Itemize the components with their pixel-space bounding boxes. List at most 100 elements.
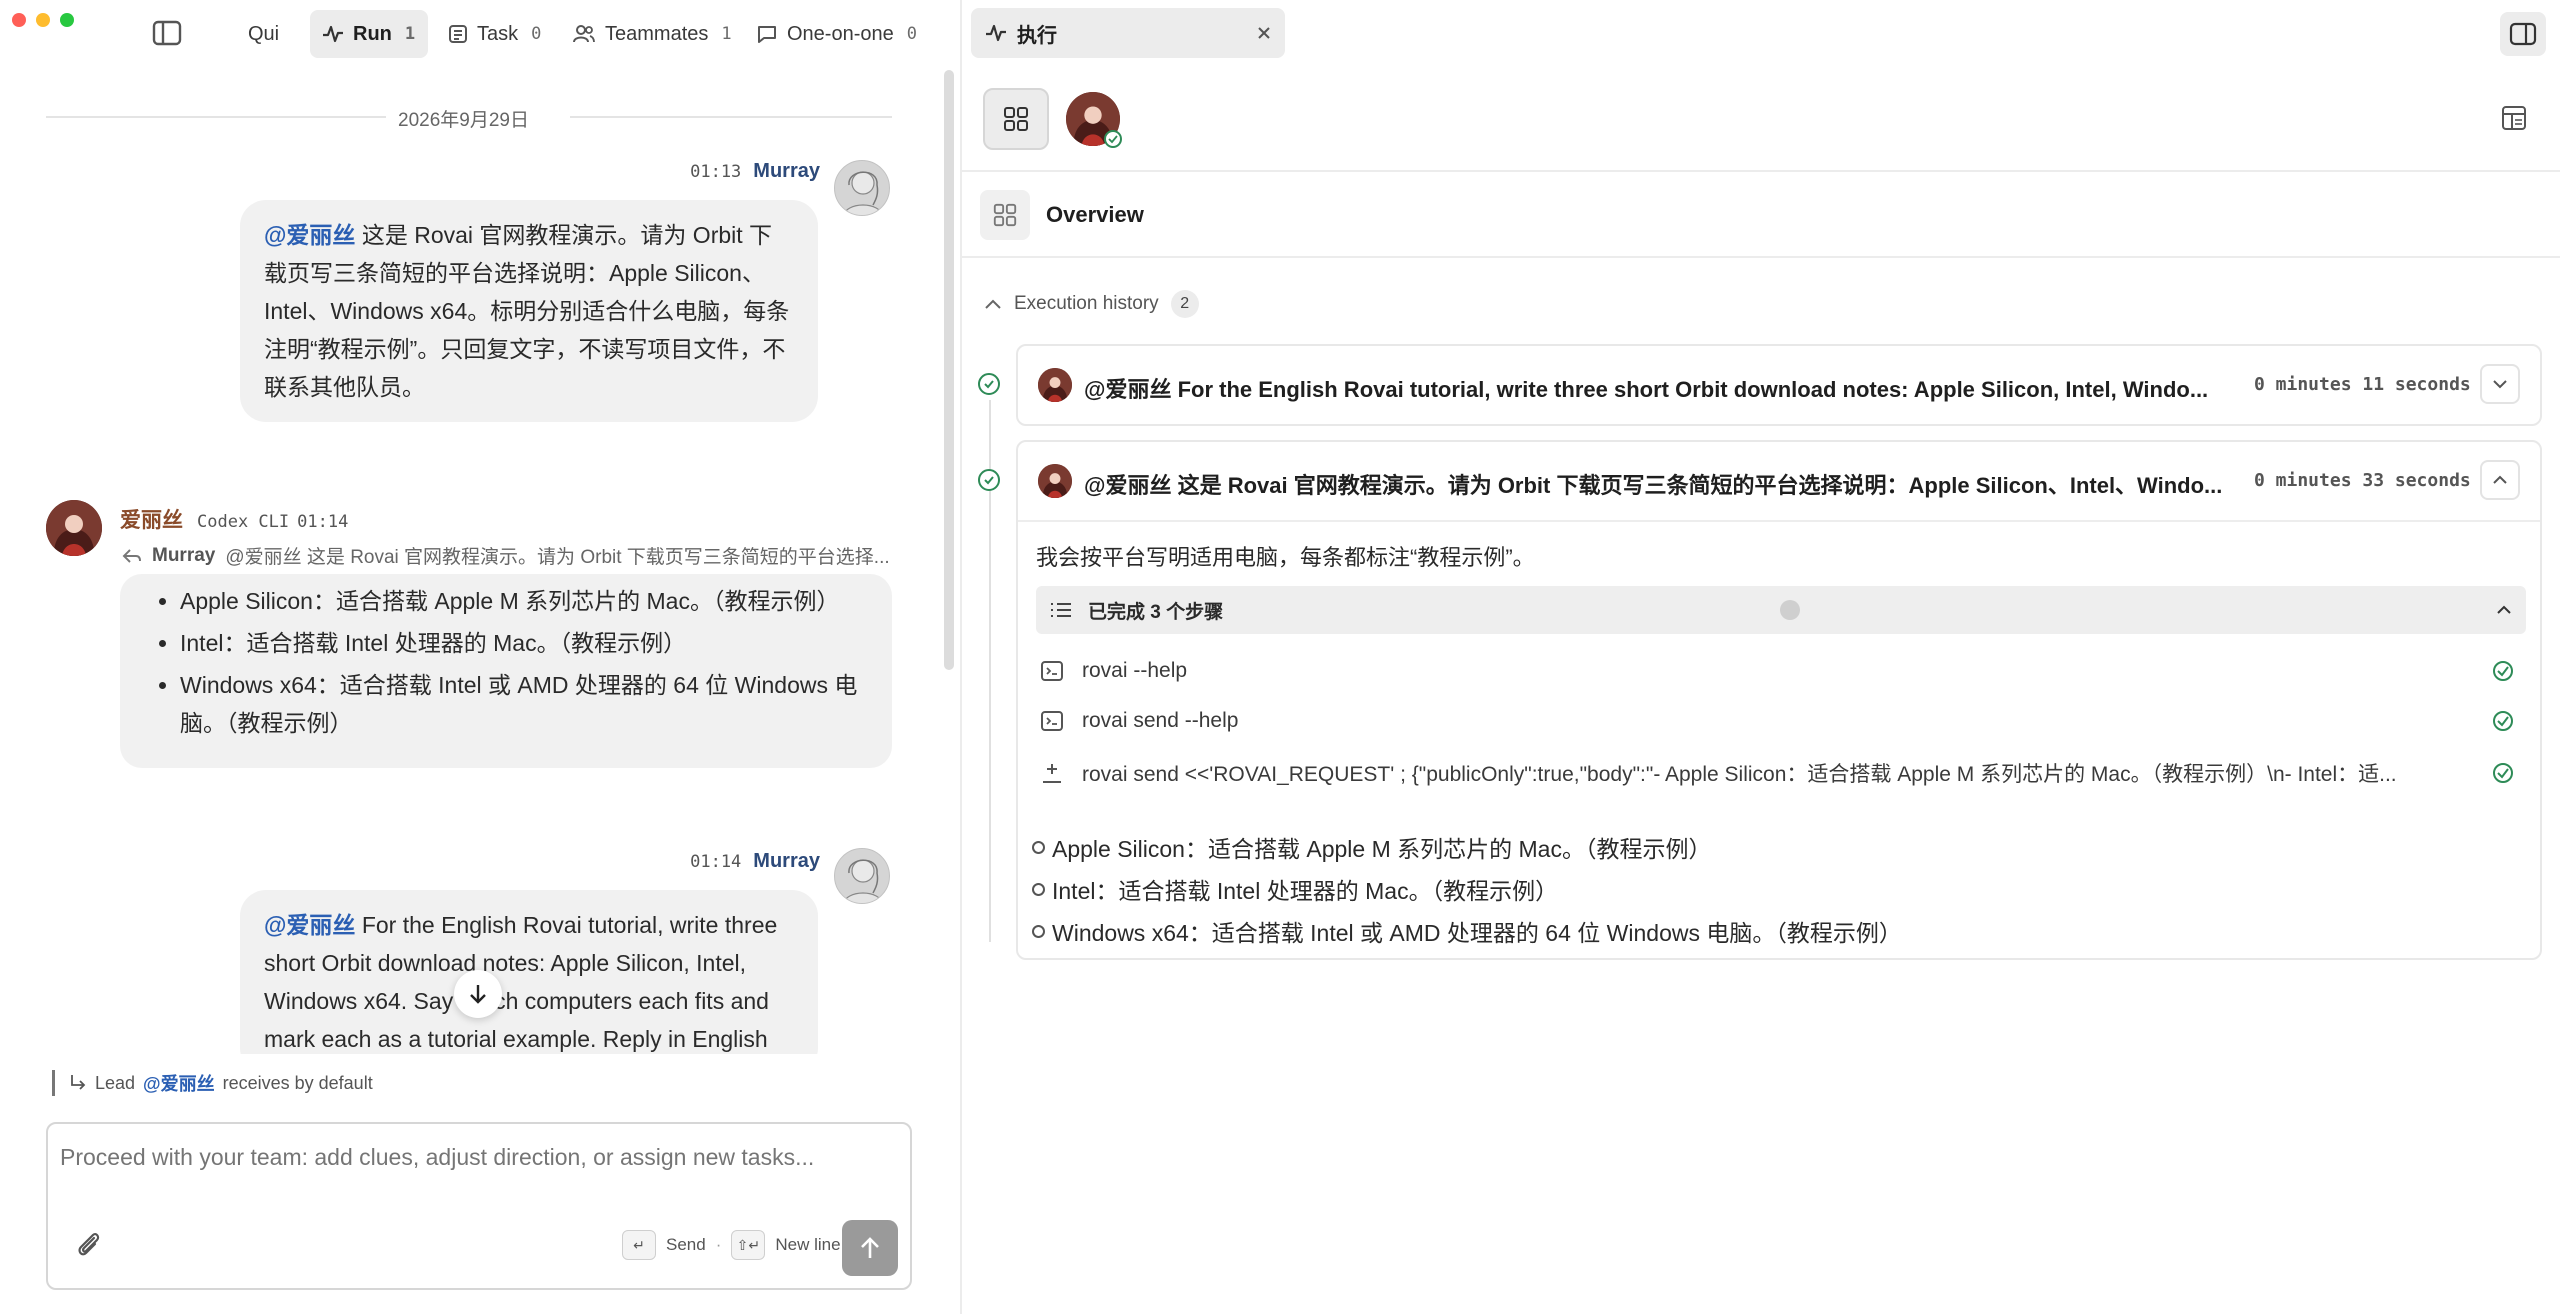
tab-task-label: Task <box>477 22 519 45</box>
terminal-icon <box>1041 711 1063 731</box>
chevron-up-icon <box>985 299 1001 309</box>
composer: ↵ Send · ⇧↵ New line <box>46 1122 912 1290</box>
grid-view-button[interactable] <box>983 88 1049 150</box>
reply-bullet: Windows x64：适合搭载 Intel 或 AMD 处理器的 64 位 W… <box>180 666 868 742</box>
right-pane-tab[interactable]: 执行 <box>971 8 1285 58</box>
online-status-icon <box>1104 130 1122 148</box>
sparkle-icon <box>1043 764 1061 783</box>
avatar-alice[interactable] <box>46 500 102 556</box>
grid-icon <box>1004 107 1028 131</box>
tab-one-on-one[interactable]: One-on-one 0 <box>744 10 929 58</box>
recipient-mention[interactable]: @爱丽丝 <box>143 1070 215 1096</box>
check-icon <box>984 476 994 485</box>
reply-time: 01:14 <box>297 512 349 532</box>
result-bullet: Intel：适合搭载 Intel 处理器的 Mac。（教程示例） <box>1031 872 1558 906</box>
terminal-icon <box>1041 661 1063 681</box>
reply-arrow-icon <box>122 548 141 563</box>
close-tab-button[interactable] <box>1257 26 1271 40</box>
arrow-up-icon <box>861 1237 879 1258</box>
chat-scrollbar[interactable] <box>944 70 954 670</box>
hint-separator: · <box>715 1235 722 1254</box>
execution-title[interactable]: @爱丽丝 这是 Rovai 官网教程演示。请为 Orbit 下载页写三条简短的平… <box>1084 468 2254 500</box>
chevron-up-icon <box>2493 475 2507 484</box>
send-key: ↵ <box>622 1230 656 1260</box>
chevron-down-icon <box>2493 380 2507 389</box>
tab-run[interactable]: Run 1 <box>310 10 428 58</box>
expand-execution-button[interactable] <box>2480 364 2520 404</box>
window-maximize-button[interactable] <box>60 13 74 27</box>
avatar-murray[interactable] <box>834 848 890 904</box>
execution-card[interactable]: @爱丽丝 For the English Rovai tutorial, wri… <box>1016 344 2542 426</box>
portrait-icon <box>1038 464 1072 498</box>
shortcut-hints: ↵ Send · ⇧↵ New line <box>622 1230 841 1260</box>
execution-title-text: For the English Rovai tutorial, write th… <box>1177 377 2209 402</box>
send-button[interactable] <box>842 1220 898 1276</box>
execution-summary: 我会按平台写明适用电脑，每条都标注“教程示例”。 <box>1036 545 1535 570</box>
chevron-up-icon <box>2497 605 2511 614</box>
execution-avatar <box>1038 368 1072 402</box>
result-bullet: Windows x64：适合搭载 Intel 或 AMD 处理器的 64 位 W… <box>1032 914 1902 948</box>
tab-teammates[interactable]: Teammates 1 <box>560 10 744 58</box>
execution-header-divider <box>1018 520 2540 522</box>
message-author: Murray <box>753 160 820 182</box>
tab-teammates-label: Teammates <box>605 22 709 45</box>
message-bubble: @爱丽丝 这是 Rovai 官网教程演示。请为 Orbit 下载页写三条简短的平… <box>240 200 818 422</box>
message-input[interactable] <box>60 1144 900 1204</box>
message-bubble: @爱丽丝 For the English Rovai tutorial, wri… <box>240 890 818 1054</box>
attach-button[interactable] <box>72 1228 108 1264</box>
step-row[interactable]: rovai send <<'ROVAI_REQUEST' ; {"publicO… <box>1040 748 2526 798</box>
sketch-portrait-icon <box>843 171 883 215</box>
window-close-button[interactable] <box>12 13 26 27</box>
step-command: rovai --help <box>1082 659 1188 682</box>
table-view-button[interactable] <box>2500 104 2530 134</box>
portrait-icon <box>46 500 102 556</box>
tab-quick[interactable]: Qui <box>236 10 291 58</box>
steps-header[interactable]: 已完成 3 个步骤 <box>1036 586 2526 634</box>
quoted-text: @爱丽丝 这是 Rovai 官网教程演示。请为 Orbit 下载页写三条简短的平… <box>225 547 890 568</box>
pane-divider[interactable] <box>960 0 962 1314</box>
arrow-down-icon <box>470 985 486 1004</box>
date-divider-left <box>46 116 386 118</box>
window-minimize-button[interactable] <box>36 13 50 27</box>
mention-link[interactable]: @爱丽丝 <box>264 912 355 938</box>
execution-history-toggle[interactable]: Execution history 2 <box>984 290 1199 318</box>
toggle-right-panel-button[interactable] <box>2500 12 2546 56</box>
tab-task[interactable]: Task 0 <box>436 10 553 58</box>
avatar-murray[interactable] <box>834 160 890 216</box>
execution-title: @爱丽丝 For the English Rovai tutorial, wri… <box>1084 372 2254 404</box>
step-row[interactable]: rovai send --help <box>1040 696 2526 746</box>
reply-meta: 爱丽丝 Codex CLI 01:14 <box>120 504 348 534</box>
message-time: 01:13 <box>690 162 742 182</box>
execution-duration: 0 minutes 11 seconds <box>2254 374 2471 395</box>
newline-key: ⇧↵ <box>731 1230 766 1260</box>
date-divider-label: 2026年9月29日 <box>398 110 529 131</box>
sidebar-toggle-button[interactable] <box>152 20 186 48</box>
corner-arrow-icon <box>71 1075 86 1090</box>
cursor-indicator-icon <box>1780 600 1800 620</box>
step-command: rovai send <<'ROVAI_REQUEST' ; {"publicO… <box>1082 763 2397 786</box>
tab-teammates-count: 1 <box>721 24 732 44</box>
execution-title-text: 这是 Rovai 官网教程演示。请为 Orbit 下载页写三条简短的平台选择说明… <box>1177 473 2223 498</box>
panel-right-icon <box>2509 22 2537 46</box>
scroll-to-bottom-button[interactable] <box>454 970 502 1018</box>
portrait-icon <box>1038 368 1072 402</box>
collapse-execution-button[interactable] <box>2480 460 2520 500</box>
tab-task-count: 0 <box>531 24 542 44</box>
overview-header[interactable]: Overview <box>980 190 1144 240</box>
message-author: Murray <box>753 850 820 872</box>
tab-run-label: Run <box>353 22 392 45</box>
timeline-check-2 <box>978 469 1000 491</box>
execution-avatar <box>1038 464 1072 498</box>
table-icon <box>2502 106 2526 130</box>
step-row[interactable]: rovai --help <box>1040 646 2526 696</box>
reply-author: 爱丽丝 <box>120 509 183 532</box>
execution-duration: 0 minutes 33 seconds <box>2254 470 2471 491</box>
close-icon <box>1258 27 1270 39</box>
sidebar-icon <box>152 20 182 46</box>
reply-bubble: Apple Silicon：适合搭载 Apple M 系列芯片的 Mac。（教程… <box>120 574 892 768</box>
mention-link[interactable]: @爱丽丝 <box>264 222 355 248</box>
step-success-icon <box>2492 762 2514 784</box>
execution-history-count: 2 <box>1170 290 1199 318</box>
date-divider-right <box>570 116 892 118</box>
quoted-message[interactable]: Murray @爱丽丝 这是 Rovai 官网教程演示。请为 Orbit 下载页… <box>122 542 892 569</box>
